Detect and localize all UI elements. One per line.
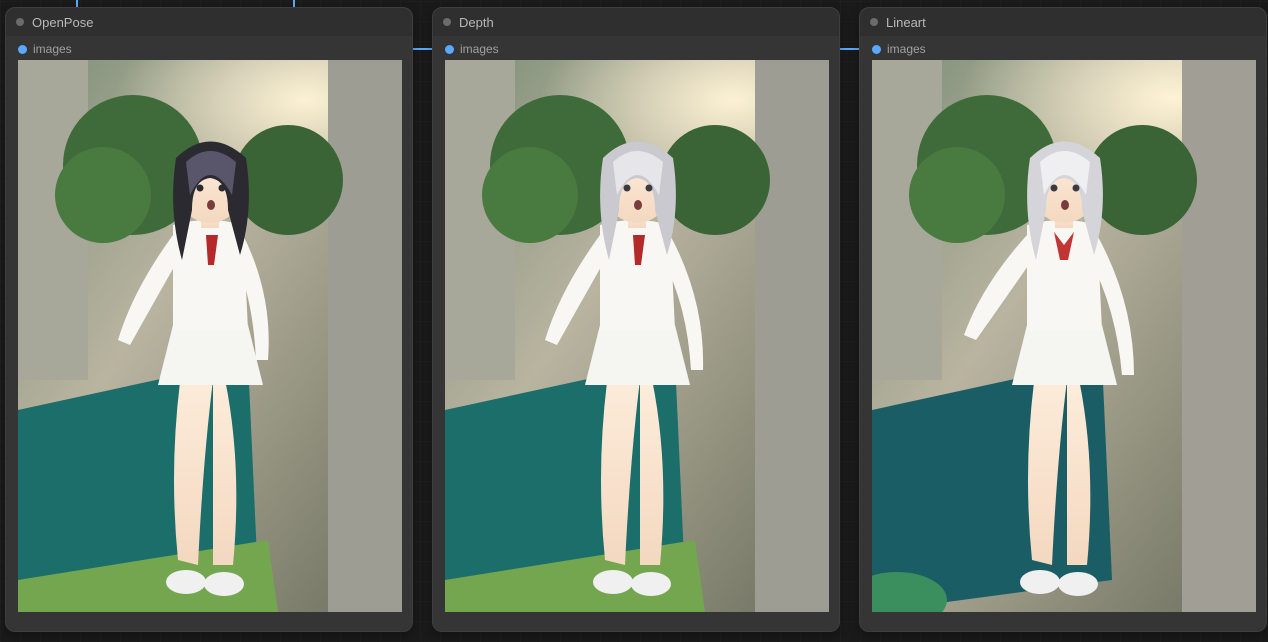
preview-image[interactable] xyxy=(18,60,402,612)
node-depth[interactable]: Depth images xyxy=(432,7,840,632)
node-header[interactable]: Depth xyxy=(433,8,839,36)
port-label: images xyxy=(33,42,72,56)
node-header[interactable]: OpenPose xyxy=(6,8,412,36)
input-port-images[interactable]: images xyxy=(18,42,400,56)
input-port-images[interactable]: images xyxy=(872,42,1254,56)
port-dot-icon xyxy=(445,45,454,54)
port-dot-icon xyxy=(18,45,27,54)
node-openpose[interactable]: OpenPose images xyxy=(5,7,413,632)
generated-image-icon xyxy=(445,60,829,612)
input-port-images[interactable]: images xyxy=(445,42,827,56)
node-lineart[interactable]: Lineart images xyxy=(859,7,1267,632)
generated-image-icon xyxy=(18,60,402,612)
generated-image-icon xyxy=(872,60,1256,612)
node-title: OpenPose xyxy=(32,15,93,30)
collapse-dot-icon[interactable] xyxy=(16,18,24,26)
node-canvas[interactable]: OpenPose images xyxy=(0,0,1268,642)
node-body: images xyxy=(860,36,1266,631)
port-label: images xyxy=(460,42,499,56)
node-body: images xyxy=(6,36,412,631)
node-header[interactable]: Lineart xyxy=(860,8,1266,36)
port-label: images xyxy=(887,42,926,56)
node-title: Lineart xyxy=(886,15,926,30)
collapse-dot-icon[interactable] xyxy=(870,18,878,26)
node-body: images xyxy=(433,36,839,631)
port-dot-icon xyxy=(872,45,881,54)
collapse-dot-icon[interactable] xyxy=(443,18,451,26)
node-title: Depth xyxy=(459,15,494,30)
preview-image[interactable] xyxy=(445,60,829,612)
preview-image[interactable] xyxy=(872,60,1256,612)
